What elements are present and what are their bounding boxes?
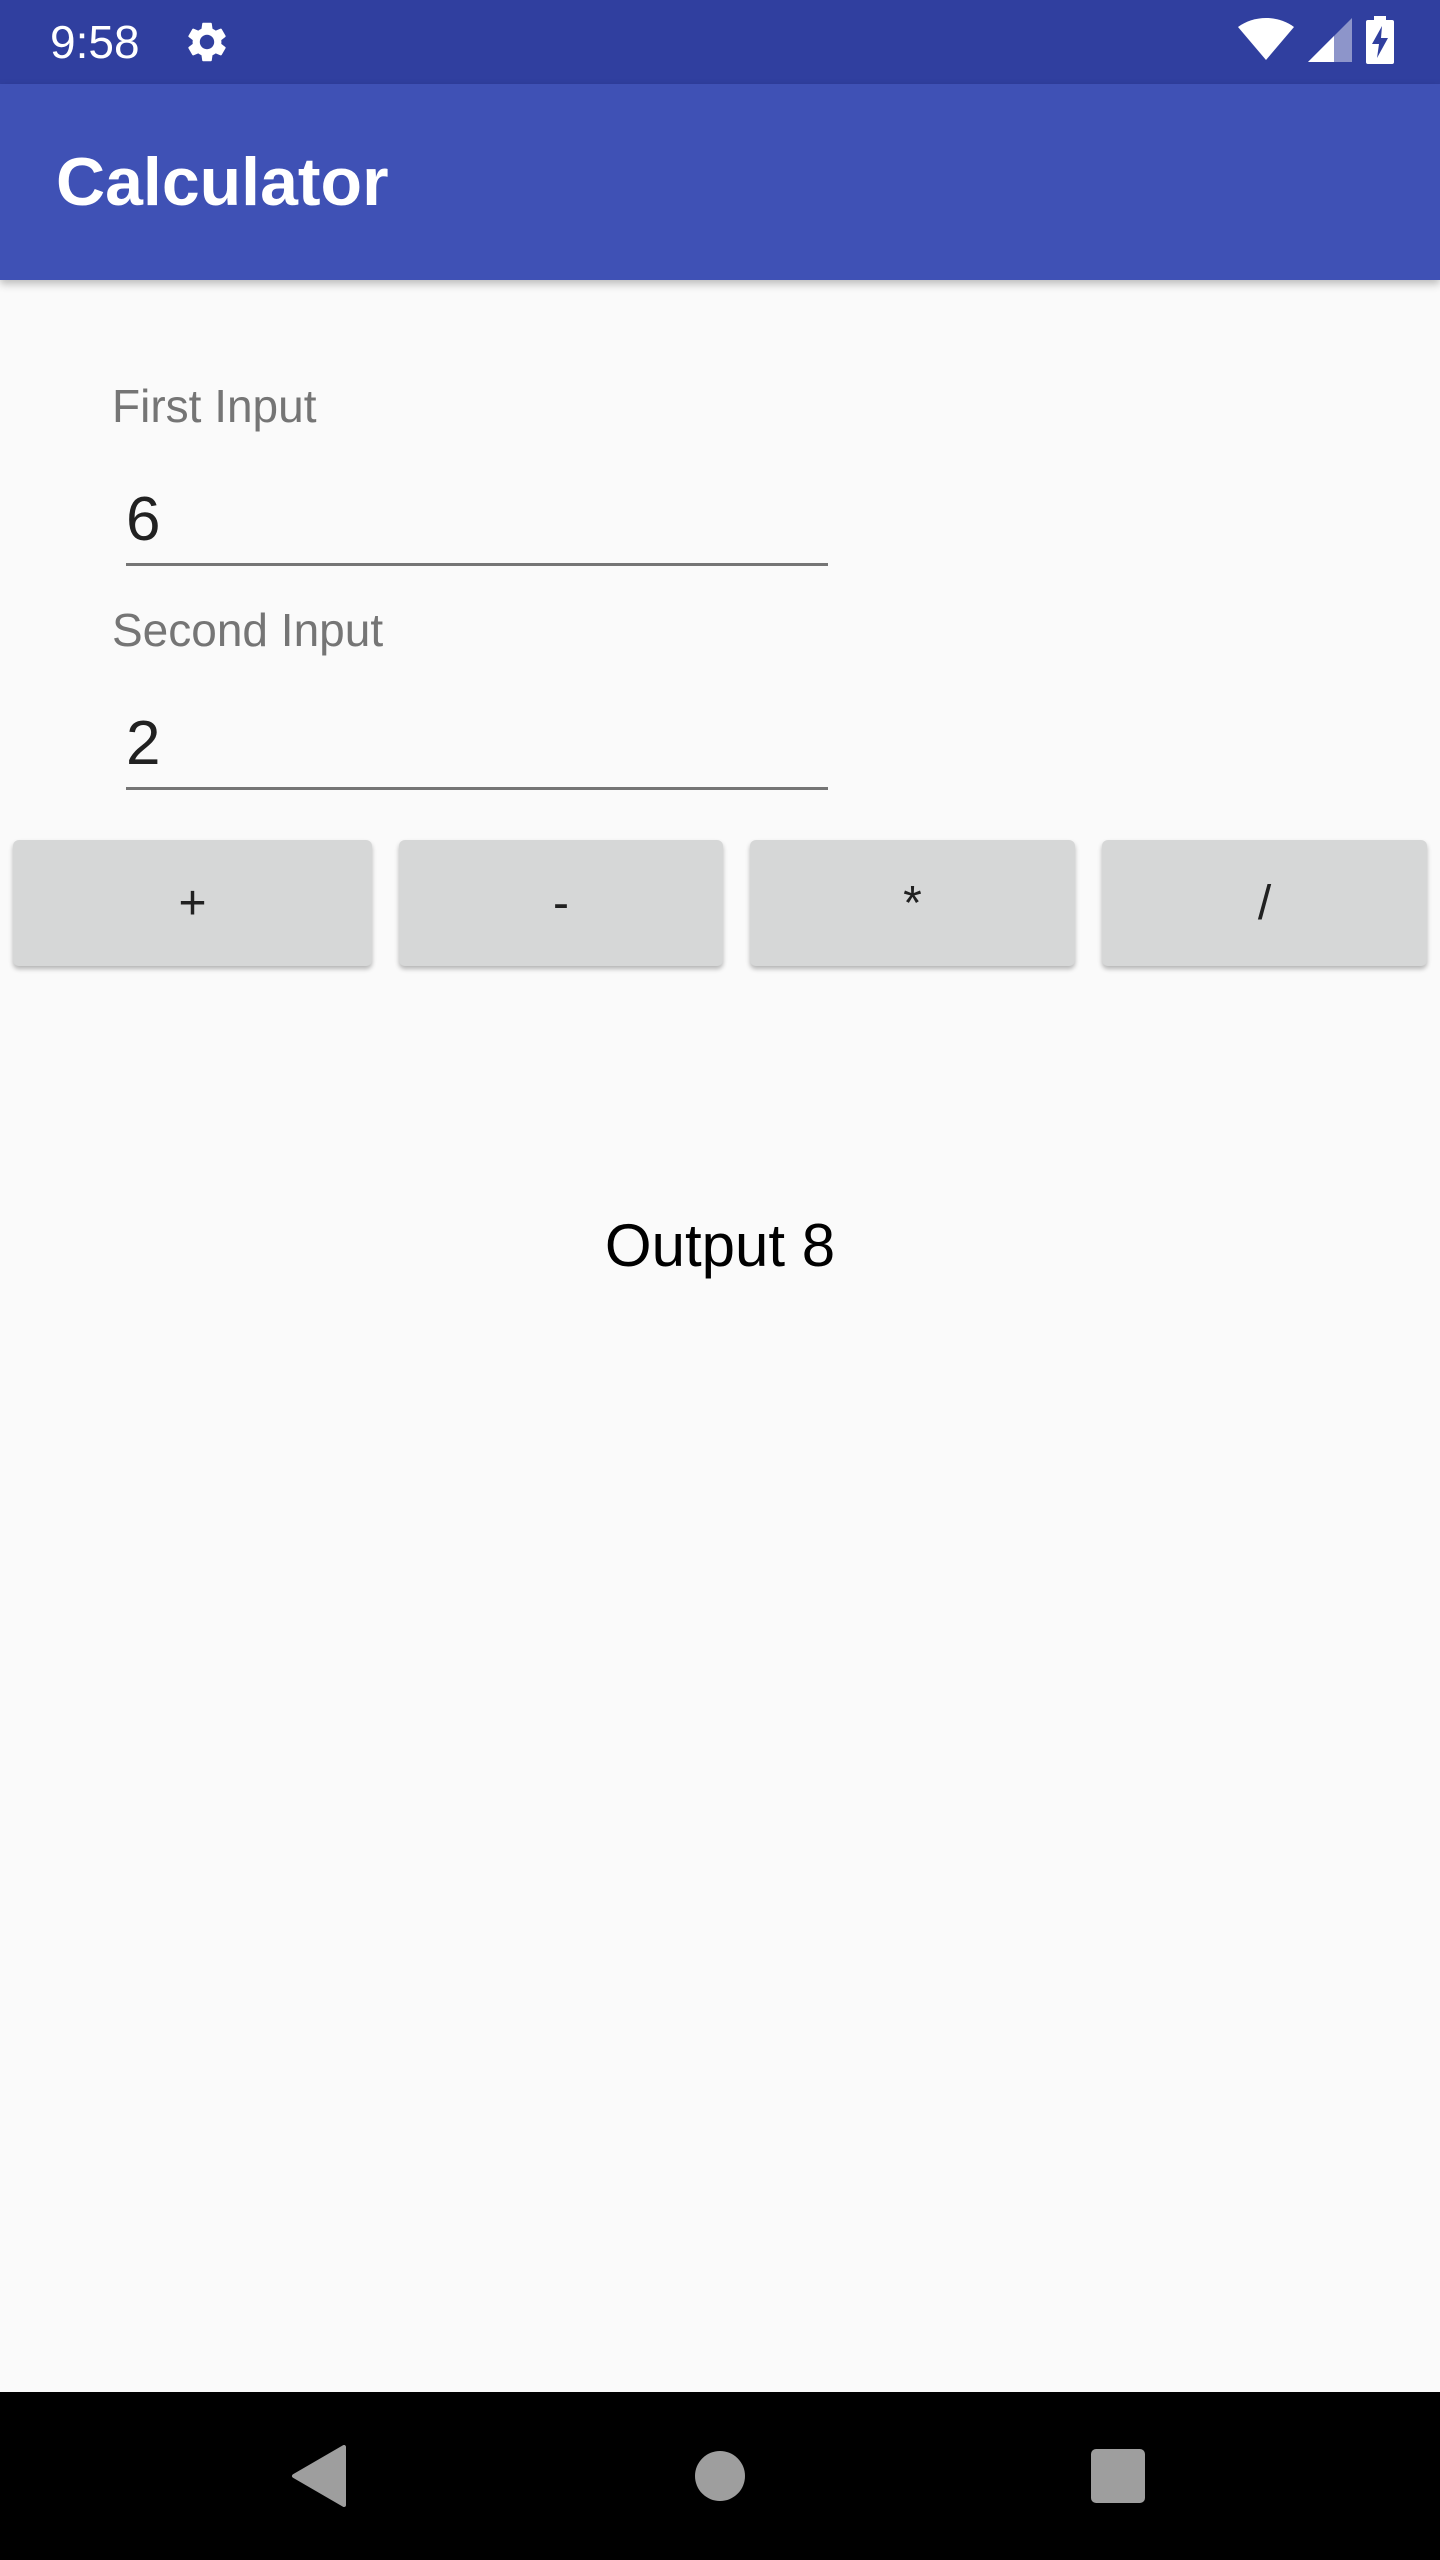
- app-bar: Calculator: [0, 84, 1440, 280]
- signal-icon: [1308, 17, 1352, 67]
- divide-button[interactable]: /: [1102, 840, 1427, 966]
- home-icon[interactable]: [636, 2392, 804, 2560]
- second-input-label: Second Input: [112, 604, 384, 656]
- second-input-field[interactable]: [126, 700, 828, 790]
- battery-charging-icon: [1366, 15, 1394, 69]
- back-icon[interactable]: [234, 2392, 402, 2560]
- navigation-bar: [0, 2392, 1440, 2560]
- first-input-label: First Input: [112, 380, 317, 432]
- multiply-button[interactable]: *: [750, 840, 1075, 966]
- gear-icon: [183, 18, 231, 66]
- output-text: Output 8: [604, 1212, 836, 1279]
- status-bar: 9:58: [0, 0, 1440, 84]
- subtract-button[interactable]: -: [399, 840, 723, 966]
- first-input-field[interactable]: [126, 476, 828, 566]
- app-title: Calculator: [56, 144, 389, 220]
- recents-icon[interactable]: [1034, 2392, 1202, 2560]
- add-button[interactable]: +: [13, 840, 372, 966]
- status-icons: [1238, 15, 1394, 69]
- wifi-icon: [1238, 17, 1294, 67]
- status-time: 9:58: [50, 16, 140, 68]
